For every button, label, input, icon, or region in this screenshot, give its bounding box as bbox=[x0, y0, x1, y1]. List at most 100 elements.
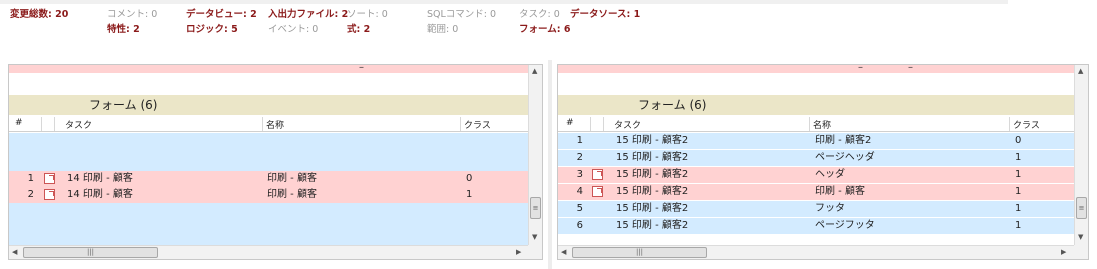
right-col-task[interactable]: タスク bbox=[614, 118, 641, 131]
left-col-name[interactable]: 名称 bbox=[266, 118, 284, 131]
table-row[interactable]: 4 15 印刷 - 顧客2 印刷 - 顧客 1 bbox=[558, 184, 1074, 200]
row-name: 印刷 - 顧客 bbox=[267, 189, 317, 200]
row-number: 3 bbox=[576, 169, 583, 180]
left-vertical-scrollbar[interactable]: ▲ ≡ ▼ bbox=[528, 65, 542, 245]
row-class: 1 bbox=[1015, 203, 1022, 214]
row-number: 2 bbox=[576, 152, 583, 163]
left-scroll-corner bbox=[528, 245, 542, 259]
right-vertical-scrollbar[interactable]: ▲ ≡ ▼ bbox=[1074, 65, 1088, 245]
right-column-header: # タスク 名称 クラス bbox=[558, 117, 1074, 132]
scroll-up-arrow-icon[interactable]: ▲ bbox=[532, 67, 537, 75]
external-link-icon[interactable] bbox=[44, 173, 55, 184]
stat-sort: ソート: 0 bbox=[347, 9, 388, 20]
scroll-right-arrow-icon[interactable]: ▶ bbox=[1061, 248, 1066, 256]
row-task: 15 印刷 - 顧客2 bbox=[616, 169, 689, 180]
row-name: 印刷 - 顧客 bbox=[267, 173, 317, 184]
row-class: 1 bbox=[1015, 186, 1022, 197]
row-task: 15 印刷 - 顧客2 bbox=[616, 186, 689, 197]
stat-io-files: 入出力ファイル: 2 bbox=[268, 9, 349, 20]
left-hscroll-thumb[interactable]: ||| bbox=[23, 247, 158, 258]
stat-logic: ロジック: 5 bbox=[186, 24, 238, 35]
left-horizontal-scrollbar[interactable]: ◀ ||| ▶ bbox=[9, 245, 529, 259]
row-number: 5 bbox=[576, 203, 583, 214]
left-col-num[interactable]: # bbox=[15, 118, 23, 128]
left-section-title: フォーム (6) bbox=[89, 98, 158, 112]
row-number: 1 bbox=[576, 135, 583, 146]
table-row[interactable]: 1 14 印刷 - 顧客 印刷 - 顧客 0 bbox=[9, 171, 529, 187]
left-vscroll-thumb[interactable]: ≡ bbox=[530, 197, 541, 219]
row-task: 15 印刷 - 顧客2 bbox=[616, 220, 689, 231]
table-row[interactable]: 1 15 印刷 - 顧客2 印刷 - 顧客2 0 bbox=[558, 133, 1074, 149]
row-task: 15 印刷 - 顧客2 bbox=[616, 203, 689, 214]
row-name: 印刷 - 顧客2 bbox=[815, 135, 872, 146]
row-class: 1 bbox=[466, 189, 473, 200]
right-section-title: フォーム (6) bbox=[638, 98, 707, 112]
right-horizontal-scrollbar[interactable]: ◀ ||| ▶ bbox=[558, 245, 1074, 259]
panel-splitter[interactable] bbox=[548, 60, 552, 269]
left-compare-panel: – フォーム (6) # タスク 名称 クラス 1 14 印刷 - 顧客 印刷 … bbox=[8, 64, 543, 260]
stat-properties: 特性: 2 bbox=[107, 24, 140, 35]
row-class: 0 bbox=[1015, 135, 1022, 146]
stat-expressions: 式: 2 bbox=[347, 24, 371, 35]
stat-forms: フォーム: 6 bbox=[519, 24, 571, 35]
table-row[interactable]: 2 15 印刷 - 顧客2 ページヘッダ 1 bbox=[558, 150, 1074, 166]
right-hscroll-thumb[interactable]: ||| bbox=[572, 247, 707, 258]
row-number: 2 bbox=[27, 189, 34, 200]
row-name: ページヘッダ bbox=[815, 152, 875, 163]
left-collapse-mark[interactable]: – bbox=[359, 65, 364, 73]
scroll-right-arrow-icon[interactable]: ▶ bbox=[516, 248, 521, 256]
stat-datasource: データソース: 1 bbox=[570, 9, 641, 20]
right-vscroll-thumb[interactable]: ≡ bbox=[1076, 197, 1087, 219]
row-name: ヘッダ bbox=[815, 169, 845, 180]
row-task: 14 印刷 - 顧客 bbox=[67, 189, 133, 200]
row-name: ページフッタ bbox=[815, 220, 875, 231]
stat-tasks: タスク: 0 bbox=[519, 9, 560, 20]
row-name: 印刷 - 顧客 bbox=[815, 186, 865, 197]
left-blank-band bbox=[9, 133, 529, 171]
left-panel-content: – フォーム (6) # タスク 名称 クラス 1 14 印刷 - 顧客 印刷 … bbox=[9, 65, 529, 245]
right-scroll-corner bbox=[1074, 245, 1088, 259]
right-section-header[interactable]: フォーム (6) bbox=[558, 95, 1074, 115]
left-column-header: # タスク 名称 クラス bbox=[9, 117, 529, 132]
change-summary: 変更総数: 20 コメント: 0 データビュー: 2 入出力ファイル: 2 ソー… bbox=[0, 0, 1097, 58]
table-row[interactable]: 2 14 印刷 - 顧客 印刷 - 顧客 1 bbox=[9, 187, 529, 203]
row-task: 14 印刷 - 顧客 bbox=[67, 173, 133, 184]
external-link-icon[interactable] bbox=[44, 189, 55, 200]
scroll-left-arrow-icon[interactable]: ◀ bbox=[12, 248, 17, 256]
stat-range: 範囲: 0 bbox=[427, 24, 459, 35]
table-row[interactable]: 6 15 印刷 - 顧客2 ページフッタ 1 bbox=[558, 218, 1074, 234]
right-prev-section-strip bbox=[558, 65, 1074, 73]
stat-sql-commands: SQLコマンド: 0 bbox=[427, 9, 497, 20]
row-number: 4 bbox=[576, 186, 583, 197]
scroll-down-arrow-icon[interactable]: ▼ bbox=[1078, 233, 1083, 241]
right-col-num[interactable]: # bbox=[566, 118, 574, 128]
row-class: 1 bbox=[1015, 152, 1022, 163]
table-row[interactable]: 5 15 印刷 - 顧客2 フッタ 1 bbox=[558, 201, 1074, 217]
left-col-class[interactable]: クラス bbox=[464, 118, 491, 131]
right-collapse-mark[interactable]: – bbox=[858, 65, 863, 73]
right-col-class[interactable]: クラス bbox=[1013, 118, 1040, 131]
external-link-icon[interactable] bbox=[592, 169, 603, 180]
stat-dataview: データビュー: 2 bbox=[186, 9, 257, 20]
summary-top-bar bbox=[0, 0, 1008, 4]
stat-total-changes: 変更総数: 20 bbox=[10, 9, 69, 20]
stat-comments: コメント: 0 bbox=[107, 9, 158, 20]
scroll-left-arrow-icon[interactable]: ◀ bbox=[561, 248, 566, 256]
row-task: 15 印刷 - 顧客2 bbox=[616, 152, 689, 163]
external-link-icon[interactable] bbox=[592, 186, 603, 197]
left-blank-band-bottom bbox=[9, 203, 529, 245]
right-panel-content: – – フォーム (6) # タスク 名称 クラス 1 15 印刷 - 顧客2 印刷… bbox=[558, 65, 1074, 245]
right-compare-panel: – – フォーム (6) # タスク 名称 クラス 1 15 印刷 - 顧客2 印刷… bbox=[557, 64, 1089, 260]
right-col-name[interactable]: 名称 bbox=[813, 118, 831, 131]
scroll-up-arrow-icon[interactable]: ▲ bbox=[1078, 67, 1083, 75]
row-task: 15 印刷 - 顧客2 bbox=[616, 135, 689, 146]
left-col-task[interactable]: タスク bbox=[65, 118, 92, 131]
row-number: 1 bbox=[27, 173, 34, 184]
row-number: 6 bbox=[576, 220, 583, 231]
left-prev-section-strip bbox=[9, 65, 529, 73]
row-class: 1 bbox=[1015, 169, 1022, 180]
scroll-down-arrow-icon[interactable]: ▼ bbox=[532, 233, 537, 241]
table-row[interactable]: 3 15 印刷 - 顧客2 ヘッダ 1 bbox=[558, 167, 1074, 183]
left-section-header[interactable]: フォーム (6) bbox=[9, 95, 529, 115]
right-collapse-mark-2[interactable]: – bbox=[908, 65, 913, 73]
